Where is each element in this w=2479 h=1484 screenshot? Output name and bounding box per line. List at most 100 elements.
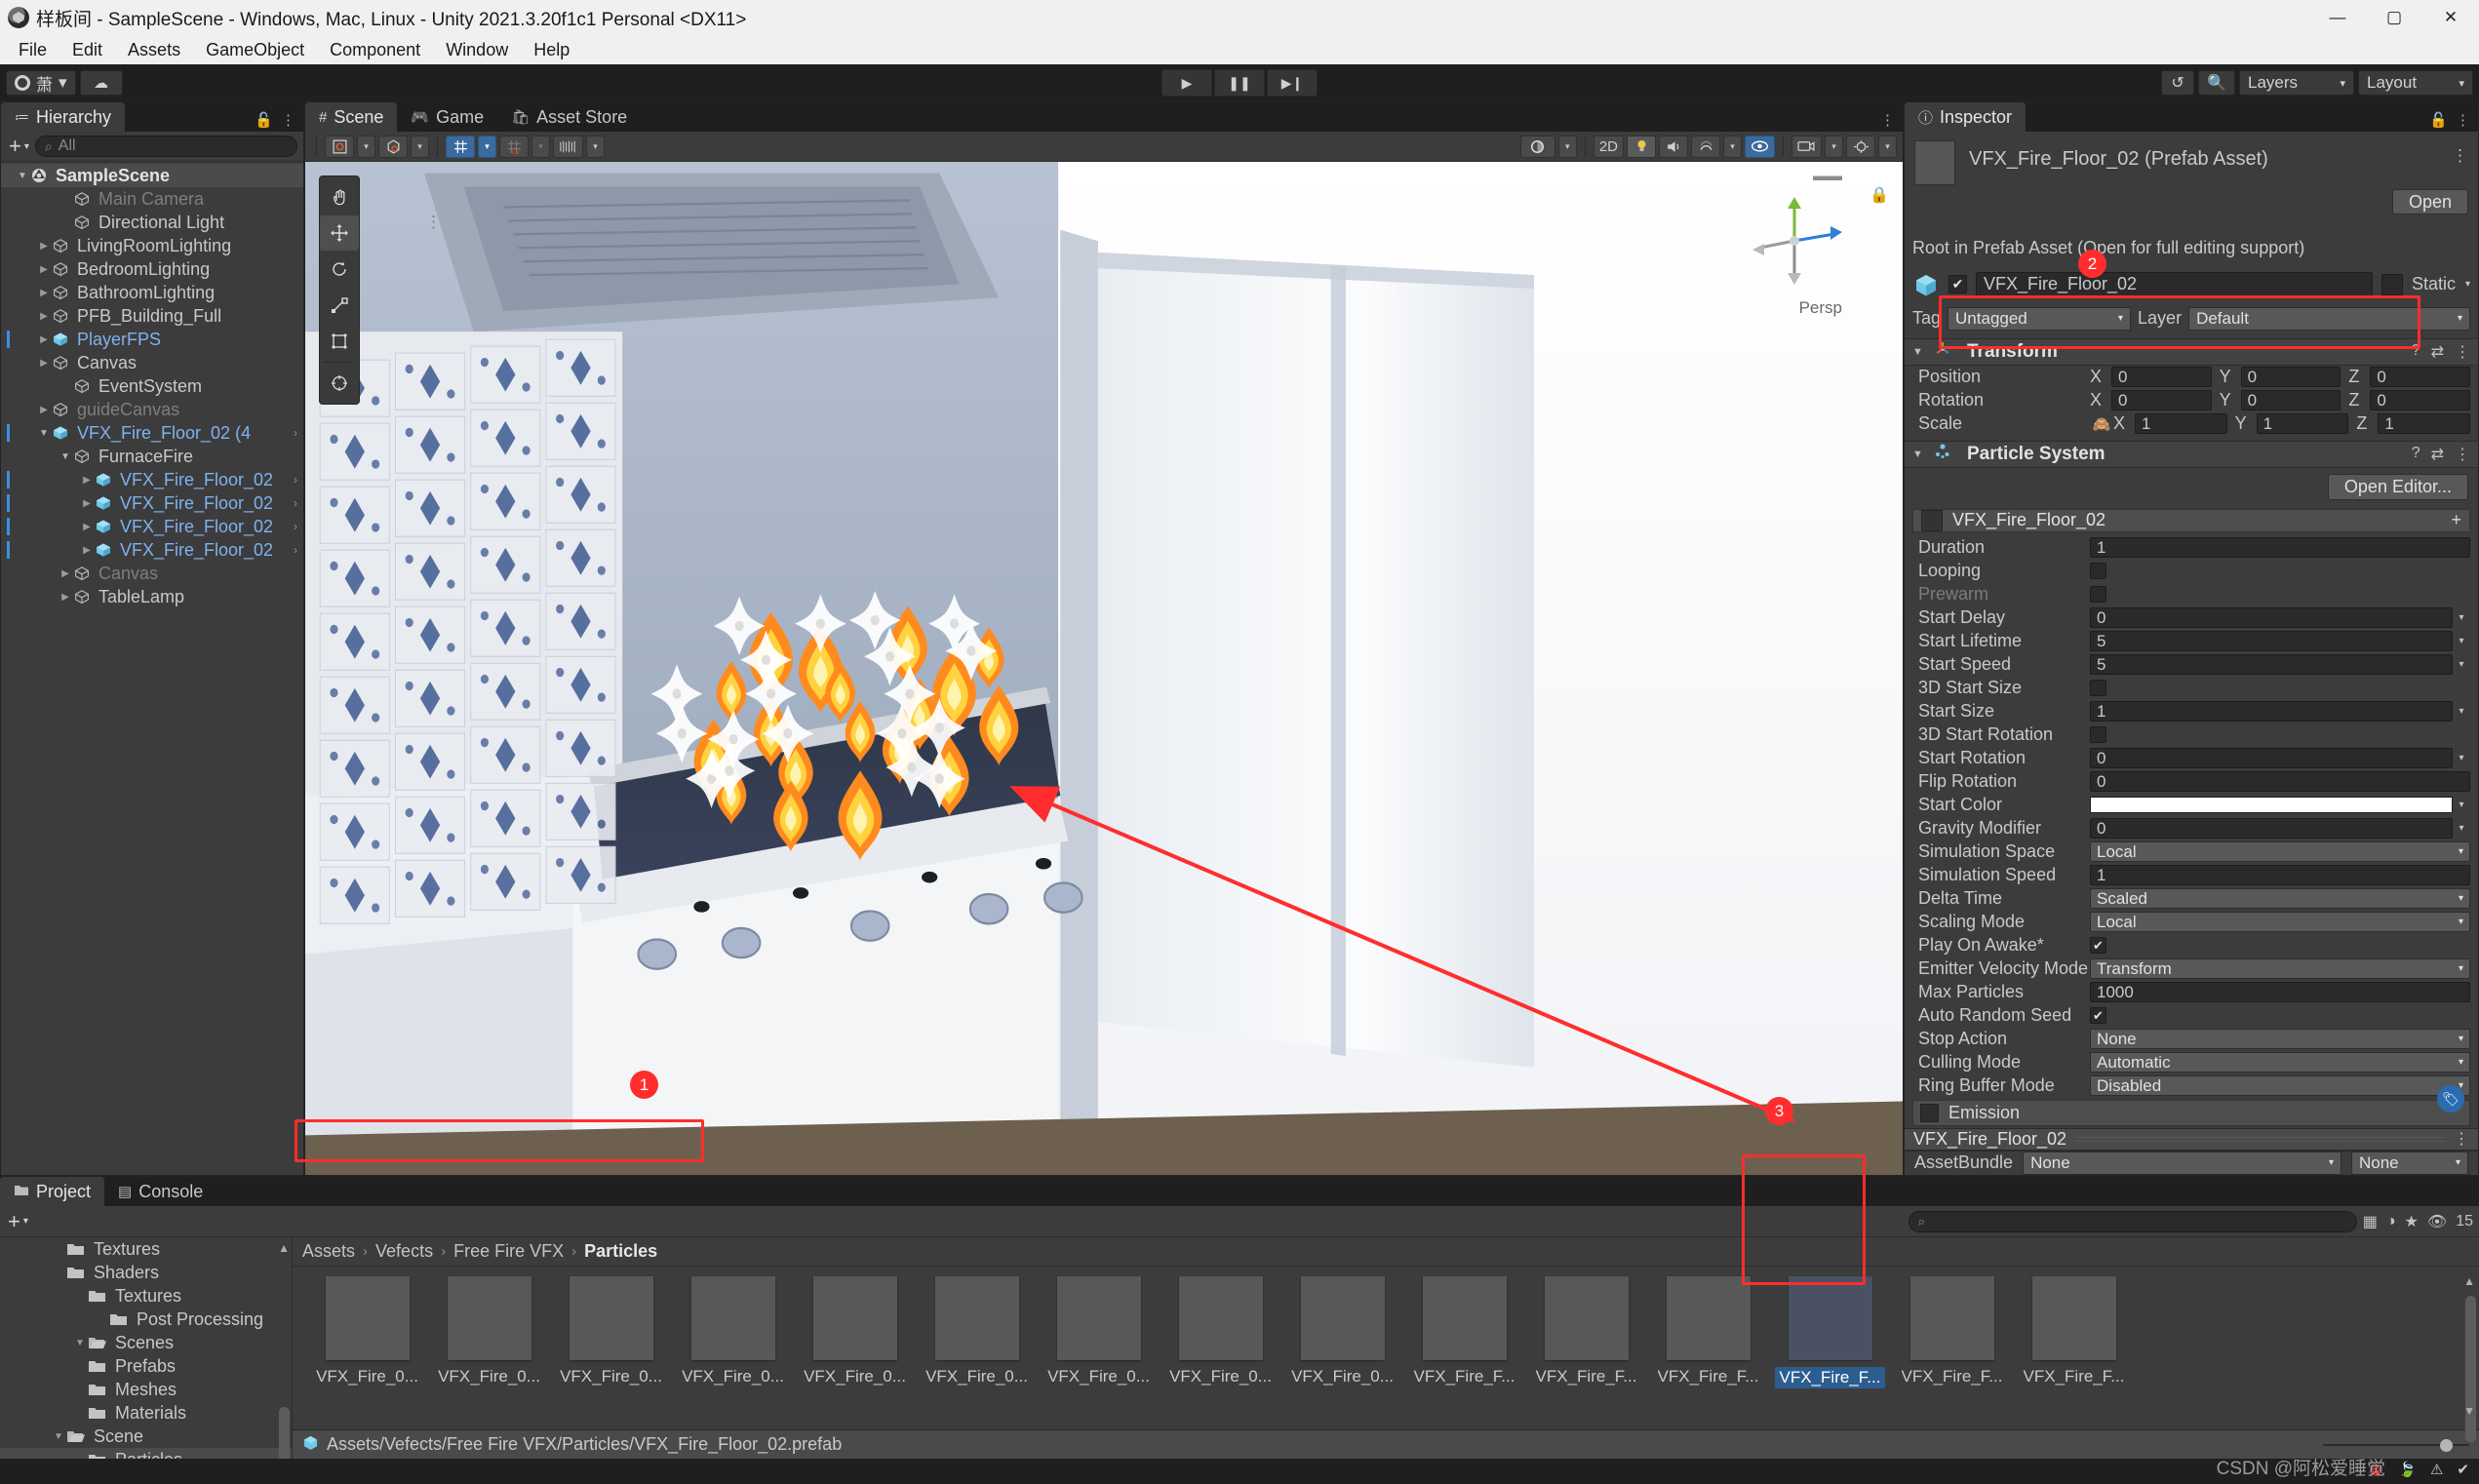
hierarchy-search-input[interactable]: ⌕ All [34, 136, 297, 157]
scene-menu-icon[interactable]: ▬▬ [1813, 168, 1842, 184]
ps-3d-start-rotation-checkbox[interactable] [2090, 726, 2106, 744]
particle-module-header[interactable]: VFX_Fire_Floor_02 + [1912, 508, 2470, 532]
chevron-down-icon[interactable]: ▾ [2453, 753, 2470, 763]
hierarchy-item-main-camera[interactable]: Main Camera [1, 187, 303, 211]
layer-dropdown[interactable]: Default ▾ [2188, 306, 2470, 331]
constrain-proportions-off-icon[interactable]: 🙈 [2090, 415, 2113, 433]
ps-module-emission[interactable]: Emission [1912, 1099, 2470, 1126]
chevron-down-icon[interactable]: ▾ [2453, 823, 2470, 834]
kebab-icon[interactable]: ⋮ [2454, 1129, 2469, 1149]
scene-viewport[interactable]: ▬▬ 🔒 ⋮ Persp [305, 162, 1903, 1175]
kebab-icon[interactable]: ⋮ [1880, 111, 1895, 129]
expand-arrow[interactable]: ▶ [36, 264, 52, 275]
play-button[interactable]: ▶ [1161, 69, 1212, 97]
hierarchy-item-canvas[interactable]: ▶ Canvas [1, 351, 303, 374]
project-search-input[interactable]: ⌕ [1908, 1210, 2357, 1232]
gameobject-name-input[interactable]: VFX_Fire_Floor_02 [1976, 271, 2373, 297]
asset-item[interactable]: VFX_Fire_0... [1281, 1276, 1403, 1388]
expand-arrow[interactable]: ▶ [36, 405, 52, 415]
asset-item[interactable]: VFX_Fire_0... [550, 1276, 672, 1388]
menu-edit[interactable]: Edit [59, 38, 115, 62]
filter-type-icon[interactable]: ▦ [2363, 1212, 2378, 1231]
ps-start-lifetime-input[interactable]: 5 [2090, 631, 2453, 652]
kebab-icon[interactable]: ⋮ [2455, 342, 2470, 362]
global-search-button[interactable]: 🔍 [2198, 70, 2235, 96]
menu-component[interactable]: Component [317, 38, 433, 62]
expand-arrow[interactable]: ▶ [36, 288, 52, 298]
project-folder-textures[interactable]: Textures [0, 1237, 292, 1261]
snap-toggle-button[interactable] [499, 135, 529, 158]
create-asset-button[interactable]: + ▾ [6, 1209, 30, 1234]
chevron-down-icon[interactable]: ▾ [2453, 636, 2470, 646]
asset-item[interactable]: VFX_Fire_0... [306, 1276, 428, 1388]
visibility-icon[interactable]: 👁 [2427, 1212, 2447, 1231]
effects-button[interactable] [1691, 135, 1720, 158]
grid-scrollbar[interactable] [2465, 1296, 2476, 1442]
favorites-star-icon[interactable]: ★ [2405, 1212, 2419, 1231]
breadcrumb-item-free-fire-vfx[interactable]: Free Fire VFX [453, 1241, 564, 1262]
rotate-tool-button[interactable] [320, 252, 359, 287]
help-icon[interactable]: ? [2412, 342, 2420, 362]
assetbundle-dropdown[interactable]: None ▾ [2023, 1151, 2341, 1175]
ps-gravity-modifier-input[interactable]: 0 [2090, 818, 2453, 840]
expand-arrow[interactable]: ▼ [72, 1338, 88, 1348]
expand-arrow[interactable]: ▶ [58, 568, 73, 579]
breadcrumb-item-particles[interactable]: Particles [584, 1241, 657, 1262]
item-tail-icon[interactable]: › [294, 520, 297, 533]
hierarchy-item-samplescene[interactable]: ▼ SampleScene [1, 164, 303, 187]
open-prefab-button[interactable]: Open [2391, 189, 2468, 215]
gizmos-button[interactable] [1846, 135, 1875, 158]
fold-icon[interactable]: ▼ [1912, 449, 1924, 460]
expand-arrow[interactable]: ▼ [58, 451, 73, 462]
hierarchy-item-vfx-fire-floor-02[interactable]: ▶ VFX_Fire_Floor_02 › [1, 538, 303, 562]
ps-start-speed-input[interactable]: 5 [2090, 654, 2453, 676]
hierarchy-item-guidecanvas[interactable]: ▶ guideCanvas [1, 398, 303, 421]
effects-caret[interactable]: ▾ [1723, 135, 1742, 158]
cloud-services-button[interactable]: ☁ [79, 70, 123, 96]
tab-hierarchy[interactable]: ≔ Hierarchy [1, 102, 126, 132]
hierarchy-item-playerfps[interactable]: ▶ PlayerFPS [1, 328, 303, 351]
chevron-down-icon[interactable]: ▾ [2453, 659, 2470, 670]
menu-window[interactable]: Window [433, 38, 521, 62]
project-folder-shaders[interactable]: Shaders [0, 1261, 292, 1284]
ps-start-rotation-input[interactable]: 0 [2090, 748, 2453, 769]
chevron-down-icon[interactable]: ▾ [2453, 800, 2470, 810]
move-tool-button[interactable] [320, 215, 359, 251]
account-dropdown[interactable]: 萧 ▾ [6, 70, 76, 96]
particle-system-component-header[interactable]: ▼ Particle System ? ⇄ ⋮ [1905, 440, 2478, 468]
draw-mode-caret[interactable]: ▾ [357, 135, 375, 158]
project-folder-particles[interactable]: Particles [0, 1448, 292, 1459]
kebab-icon[interactable]: ⋮ [281, 111, 295, 129]
grid-size-button[interactable] [553, 135, 583, 158]
kebab-icon[interactable]: ⋮ [2455, 445, 2470, 464]
ps-delta-time-dropdown[interactable]: Scaled ▾ [2090, 888, 2470, 910]
kebab-icon[interactable]: ⋮ [2452, 140, 2468, 166]
project-folder-textures[interactable]: Textures [0, 1284, 292, 1308]
toggle-audio-button[interactable] [1659, 135, 1688, 158]
item-tail-icon[interactable]: › [294, 496, 297, 510]
transform-component-header[interactable]: ▼ Transform ? ⇄ ⋮ [1905, 337, 2478, 366]
transform-tool-button[interactable] [320, 366, 359, 401]
assetbundle-variant-dropdown[interactable]: None ▾ [2351, 1151, 2468, 1175]
expand-arrow[interactable]: ▶ [36, 334, 52, 345]
collab-history-button[interactable]: ↺ [2161, 70, 2195, 96]
grid-scroll-up[interactable]: ▲ [2463, 1274, 2475, 1288]
expand-arrow[interactable]: ▶ [36, 241, 52, 252]
asset-item[interactable]: VFX_Fire_F... [1525, 1276, 1647, 1388]
menu-assets[interactable]: Assets [115, 38, 193, 62]
breadcrumb-item-assets[interactable]: Assets [302, 1241, 355, 1262]
scene-visibility-button[interactable] [1745, 135, 1775, 158]
close-button[interactable]: ✕ [2422, 0, 2479, 35]
transform-scale-z-input[interactable]: 1 [2378, 413, 2471, 435]
asset-item[interactable]: VFX_Fire_0... [1160, 1276, 1281, 1388]
project-folder-tree[interactable]: Textures Shaders Textures Post Processing ▼ S… [0, 1237, 293, 1459]
transform-rotation-y-input[interactable]: 0 [2240, 390, 2341, 411]
minimize-button[interactable]: — [2309, 0, 2366, 35]
shading-mode-caret[interactable]: ▾ [411, 135, 429, 158]
ps-start-color-color-swatch[interactable] [2090, 797, 2453, 814]
tab-game[interactable]: 🎮 Game [397, 102, 498, 132]
gizmos-caret[interactable]: ▾ [1878, 135, 1897, 158]
chevron-down-icon[interactable]: ▾ [2453, 612, 2470, 623]
tab-asset-store[interactable]: 🛍 Asset Store [497, 102, 642, 132]
ps-duration-input[interactable]: 1 [2090, 537, 2470, 559]
